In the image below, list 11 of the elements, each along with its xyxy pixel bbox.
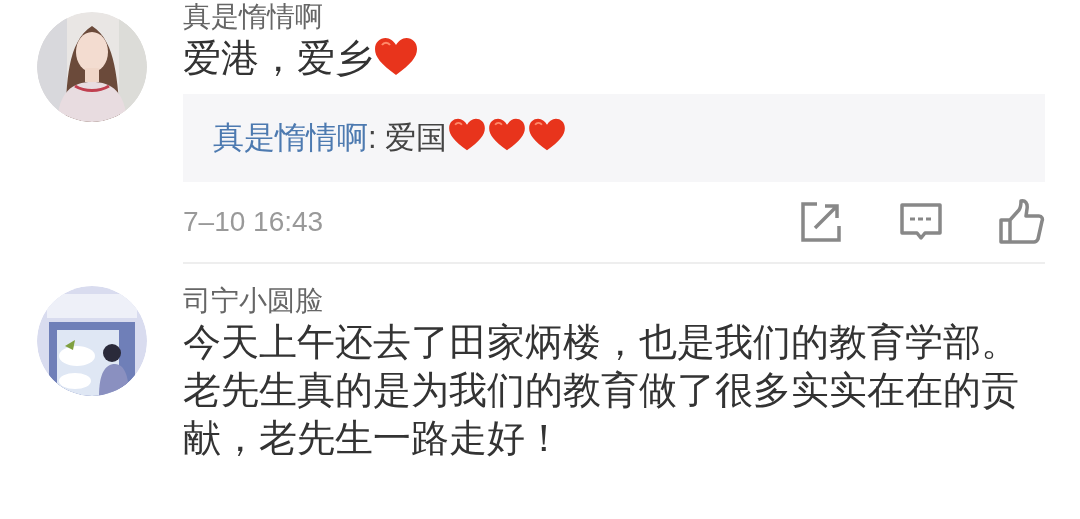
comment-text: 爱港，爱乡 — [183, 34, 1045, 82]
heart-icon — [527, 118, 568, 152]
comment-text: 今天上午还去了田家炳楼，也是我们的教育学部。老先生真的是为我们的教育做了很多实实在在的贡献，老先生一路走好！ — [183, 320, 1020, 461]
username[interactable]: 真是惰情啊 — [183, 0, 323, 34]
username[interactable]: 司宁小圆脸 — [183, 284, 323, 318]
heart-icon — [447, 118, 488, 152]
heart-icon — [487, 118, 528, 152]
thumbs-up-icon[interactable] — [997, 198, 1045, 246]
timestamp: 7–10 16:43 — [183, 206, 324, 237]
reply-text: 真是惰情啊: 爱国 — [213, 116, 568, 160]
heart-icon — [373, 37, 419, 77]
